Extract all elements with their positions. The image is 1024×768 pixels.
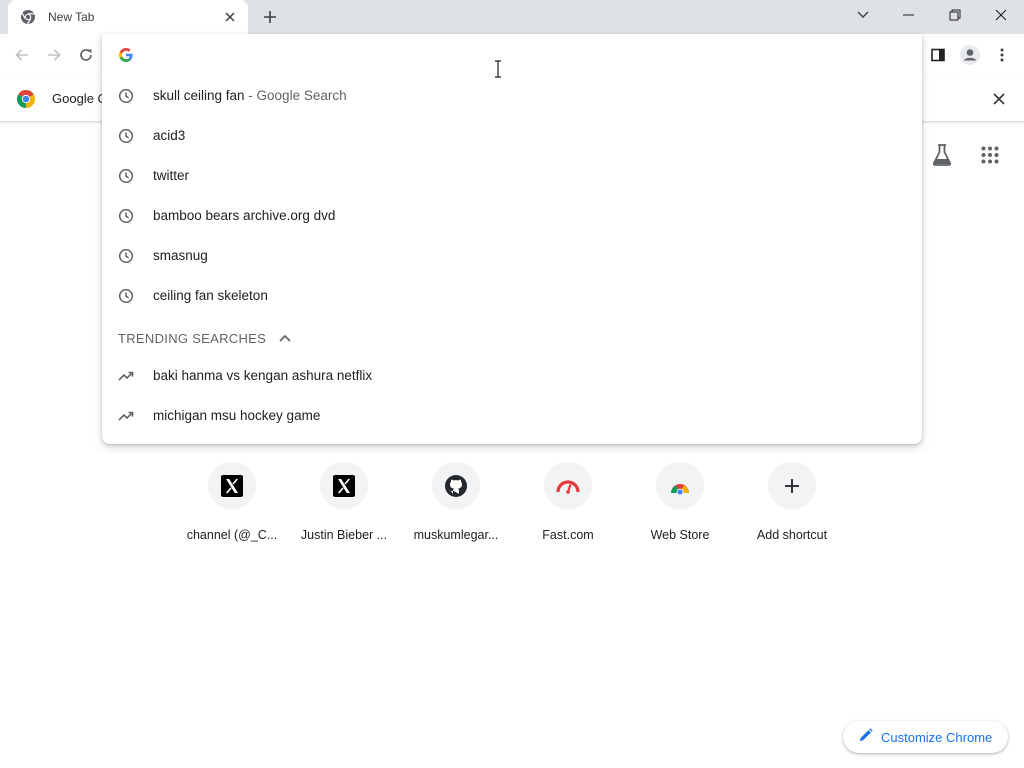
close-icon[interactable] — [978, 0, 1024, 30]
trending-text: baki hanma vs kengan ashura netflix — [153, 368, 373, 383]
shortcut-label: Justin Bieber ... — [300, 528, 388, 542]
speedometer-icon — [544, 462, 592, 510]
shortcut-label: muskumlegar... — [413, 528, 499, 542]
new-tab-button[interactable] — [258, 5, 282, 29]
tab-new-tab[interactable]: New Tab — [8, 0, 248, 34]
history-icon — [118, 128, 134, 144]
history-icon — [118, 288, 134, 304]
suggestion-item[interactable]: skull ceiling fan - Google Search — [102, 76, 922, 116]
kebab-menu-icon[interactable] — [988, 41, 1016, 69]
suggestion-text: acid3 — [153, 128, 186, 143]
shortcut-label: channel (@_C... — [186, 528, 278, 542]
labs-flask-icon[interactable] — [927, 140, 957, 170]
suggestion-text: bamboo bears archive.org dvd — [153, 208, 336, 223]
suggestion-text: smasnug — [153, 248, 208, 263]
customize-chrome-label: Customize Chrome — [881, 729, 993, 745]
x-logo-icon — [320, 462, 368, 510]
history-icon — [118, 168, 134, 184]
forward-icon[interactable] — [40, 41, 68, 69]
pencil-icon — [859, 727, 873, 747]
chrome-logo-icon — [16, 89, 36, 109]
shortcut-label: Fast.com — [542, 528, 594, 542]
restore-icon[interactable] — [932, 0, 978, 30]
trending-item[interactable]: baki hanma vs kengan ashura netflix — [102, 356, 922, 396]
shortcut-tile[interactable]: Fast.com — [512, 460, 624, 560]
add-shortcut-button[interactable]: Add shortcut — [736, 460, 848, 560]
tab-close-icon[interactable] — [222, 9, 238, 25]
suggestion-subtext: - Google Search — [244, 88, 347, 103]
chevron-up-icon[interactable] — [278, 331, 292, 345]
x-logo-icon — [208, 462, 256, 510]
info-bar-close-icon[interactable] — [990, 90, 1008, 108]
trending-item[interactable]: michigan msu hockey game — [102, 396, 922, 436]
info-bar-text: Google C — [52, 91, 107, 106]
history-icon — [118, 88, 134, 104]
tab-search-icon[interactable] — [840, 0, 886, 30]
suggestion-item[interactable]: smasnug — [102, 236, 922, 276]
history-icon — [118, 248, 134, 264]
side-panel-icon[interactable] — [924, 41, 952, 69]
plus-icon — [768, 462, 816, 510]
suggestion-text: ceiling fan skeleton — [153, 288, 268, 303]
web-store-icon — [656, 462, 704, 510]
suggestion-item[interactable]: ceiling fan skeleton — [102, 276, 922, 316]
chrome-icon — [20, 9, 36, 25]
trending-searches-header[interactable]: TRENDING SEARCHES — [118, 330, 292, 346]
tab-title: New Tab — [48, 10, 95, 24]
google-g-icon — [118, 47, 134, 63]
title-bar: New Tab — [0, 0, 1024, 34]
trending-icon — [118, 408, 134, 424]
suggestion-text: twitter — [153, 168, 190, 183]
suggestion-text: skull ceiling fan - Google Search — [153, 88, 347, 103]
shortcut-label: Web Store — [650, 528, 710, 542]
customize-chrome-button[interactable]: Customize Chrome — [843, 721, 1008, 753]
suggestion-item[interactable]: bamboo bears archive.org dvd — [102, 196, 922, 236]
shortcuts-grid: channel (@_C... Justin Bieber ... muskum… — [176, 460, 848, 560]
back-icon[interactable] — [8, 41, 36, 69]
shortcut-label: Add shortcut — [756, 528, 828, 542]
suggestion-item[interactable]: twitter — [102, 156, 922, 196]
trending-header-text: TRENDING SEARCHES — [118, 330, 267, 346]
github-icon — [432, 462, 480, 510]
shortcut-tile[interactable]: channel (@_C... — [176, 460, 288, 560]
trending-icon — [118, 368, 134, 384]
reload-icon[interactable] — [72, 41, 100, 69]
shortcut-tile[interactable]: Web Store — [624, 460, 736, 560]
minimize-icon[interactable] — [886, 0, 932, 30]
google-apps-icon[interactable] — [975, 140, 1005, 170]
profile-icon[interactable] — [956, 41, 984, 69]
history-icon — [118, 208, 134, 224]
omnibox-dropdown: skull ceiling fan - Google Search acid3 … — [102, 34, 922, 444]
shortcut-tile[interactable]: Justin Bieber ... — [288, 460, 400, 560]
trending-text: michigan msu hockey game — [153, 408, 321, 423]
suggestion-item[interactable]: acid3 — [102, 116, 922, 156]
shortcut-tile[interactable]: muskumlegar... — [400, 460, 512, 560]
